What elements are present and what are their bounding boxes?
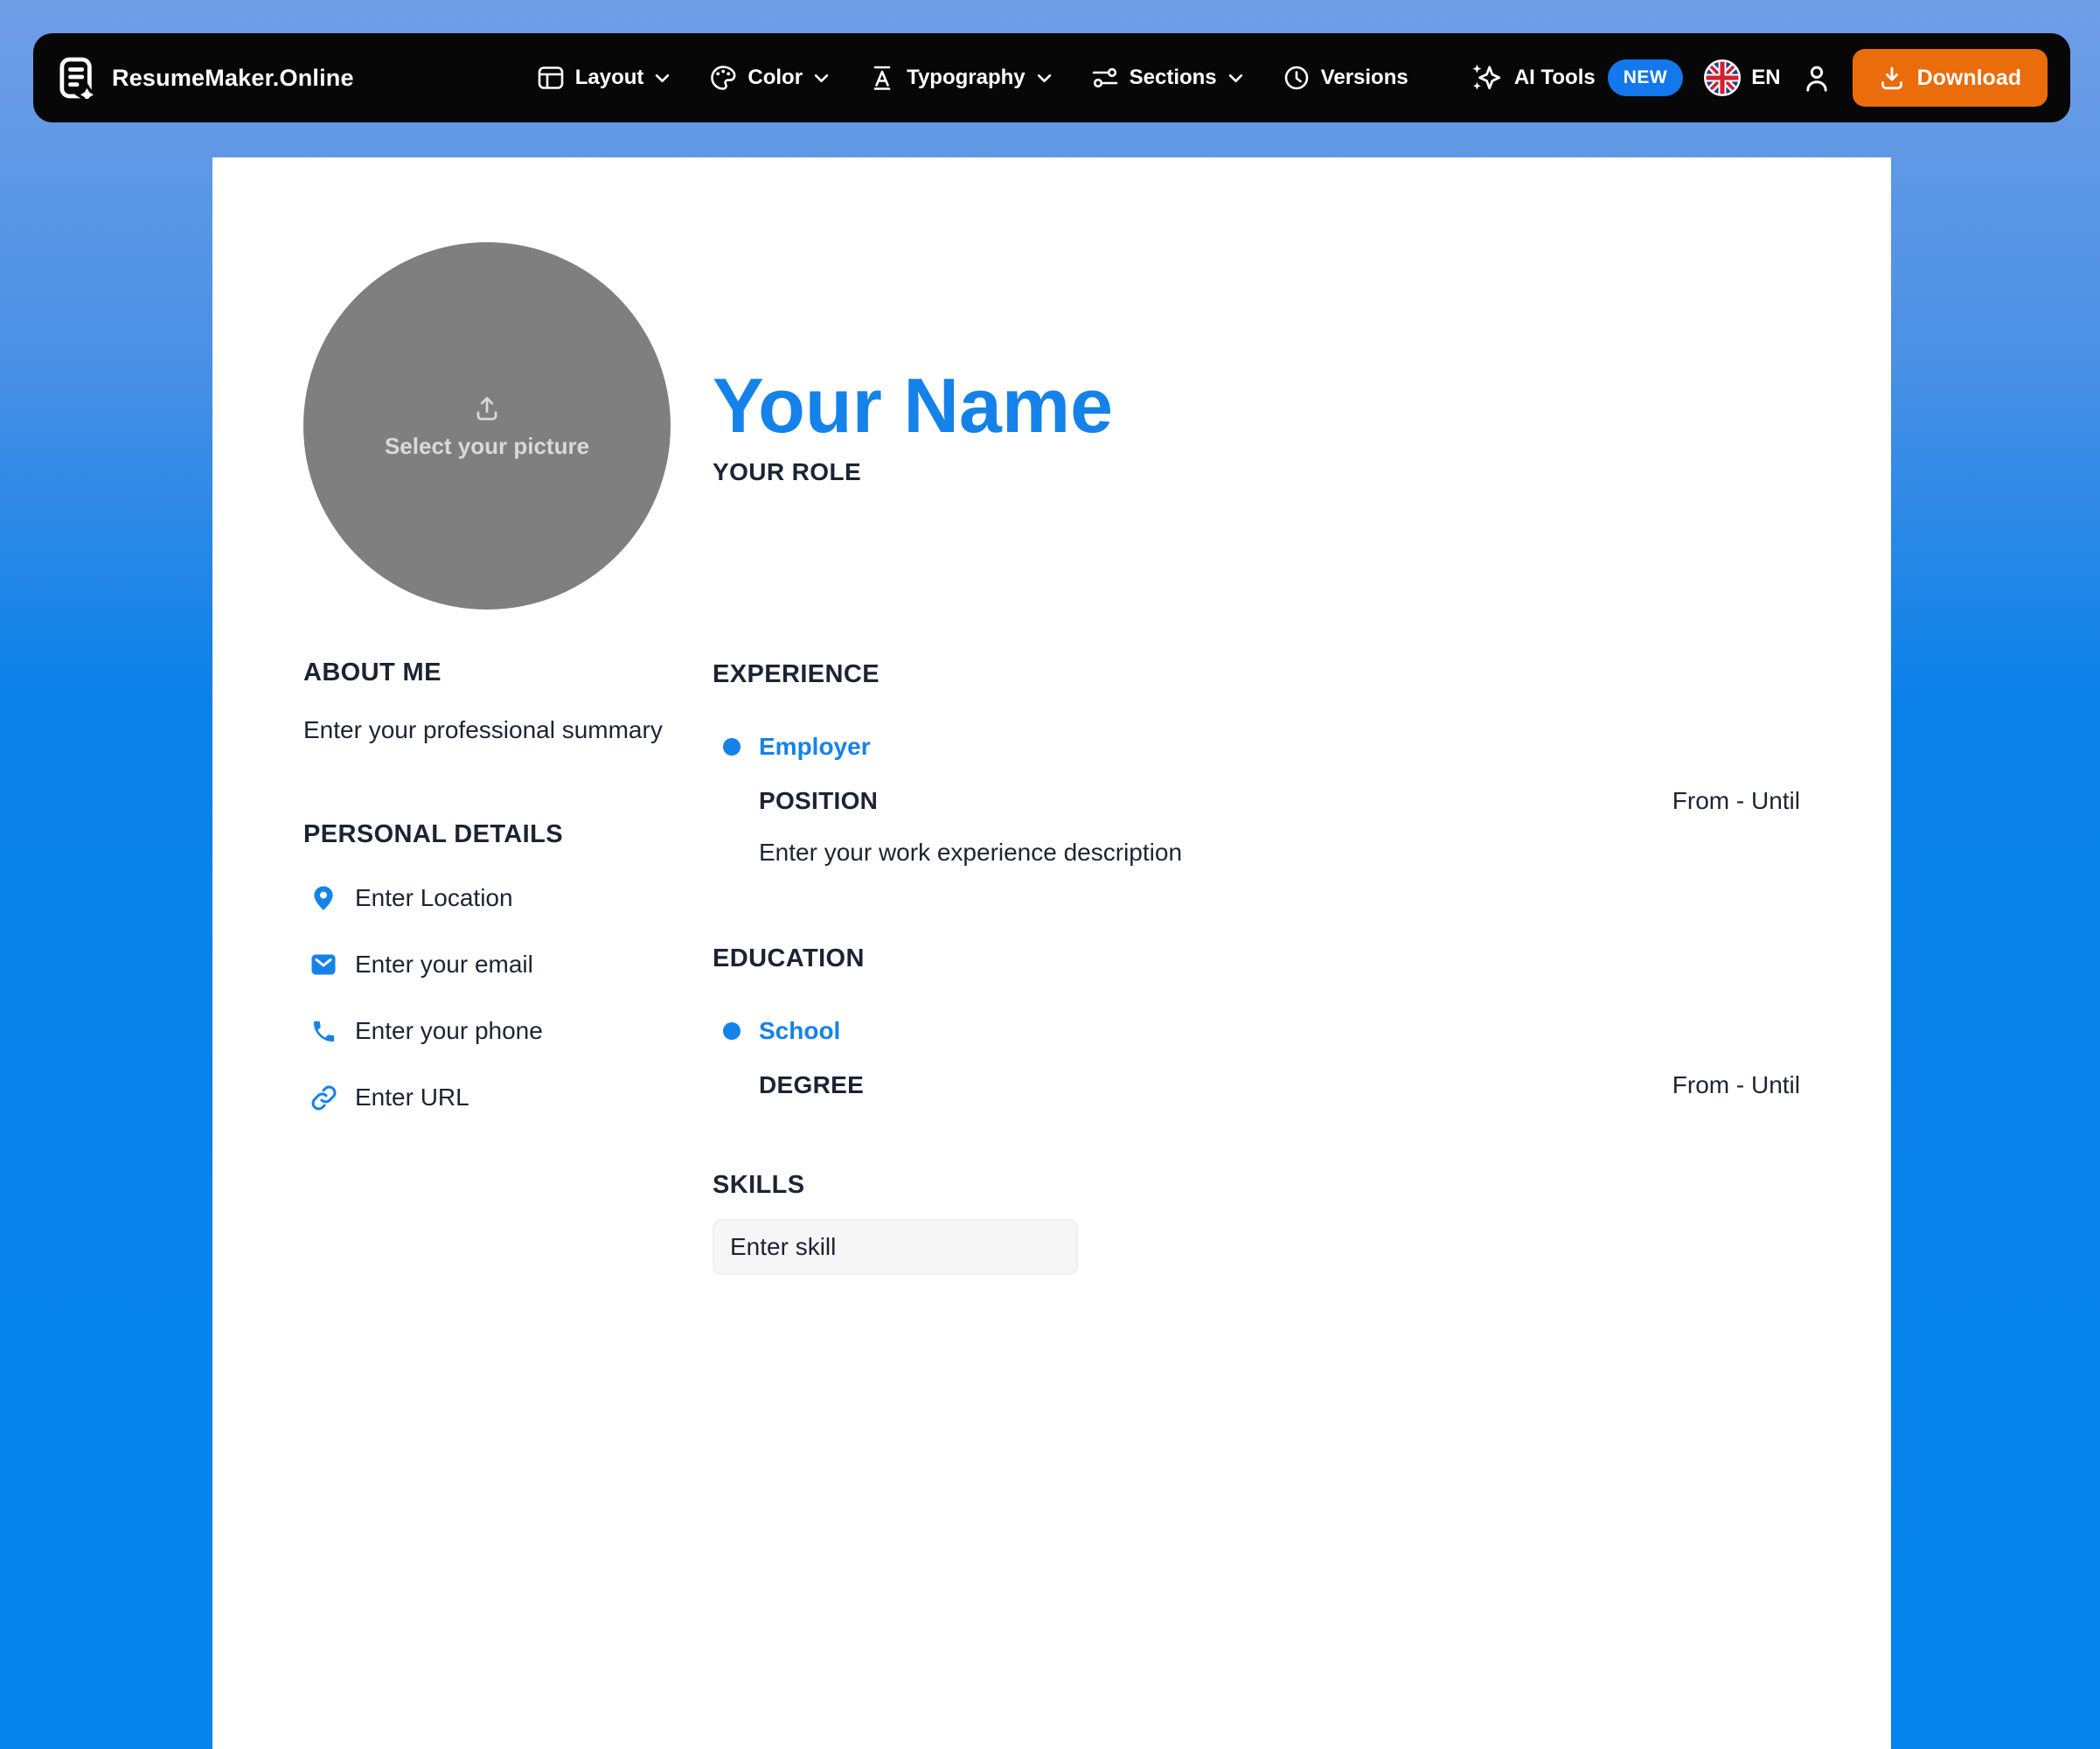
experience-heading: EXPERIENCE bbox=[713, 660, 1800, 689]
phone-field[interactable]: Enter your phone bbox=[303, 1014, 674, 1049]
education-heading: EDUCATION bbox=[713, 944, 1800, 973]
chevron-down-icon bbox=[1037, 73, 1052, 83]
new-badge: NEW bbox=[1608, 59, 1684, 96]
name-field[interactable]: Your Name bbox=[713, 367, 1800, 444]
employer-field[interactable]: Employer bbox=[759, 733, 871, 760]
nav-item-label: Layout bbox=[575, 66, 644, 90]
brand-name: ResumeMaker.Online bbox=[112, 65, 354, 92]
sliders-icon bbox=[1092, 65, 1118, 91]
entry-bullet-dot bbox=[723, 1022, 741, 1040]
location-field[interactable]: Enter Location bbox=[303, 881, 674, 916]
experience-entry: Employer POSITION From - Until Enter you… bbox=[713, 731, 1800, 868]
resume-right-column: Your Name YOUR ROLE EXPERIENCE Employer … bbox=[713, 157, 1800, 1275]
school-row: School bbox=[759, 1015, 1800, 1047]
position-field[interactable]: POSITION bbox=[759, 787, 878, 815]
personal-details-heading: PERSONAL DETAILS bbox=[303, 820, 674, 849]
resume-logo-icon bbox=[59, 57, 96, 99]
chevron-down-icon bbox=[1228, 73, 1243, 83]
email-field[interactable]: Enter your email bbox=[303, 947, 674, 982]
clock-icon bbox=[1283, 65, 1310, 91]
brand-logo[interactable]: ResumeMaker.Online bbox=[59, 57, 354, 99]
nav-item-layout[interactable]: Layout bbox=[538, 65, 671, 91]
navbar-right-group: AI Tools NEW bbox=[1471, 49, 2048, 107]
school-field[interactable]: School bbox=[759, 1017, 840, 1044]
education-dates-field[interactable]: From - Until bbox=[1672, 1071, 1800, 1099]
typography-icon bbox=[869, 65, 895, 91]
skills-heading: SKILLS bbox=[713, 1171, 1800, 1200]
url-field[interactable]: Enter URL bbox=[303, 1080, 674, 1115]
education-entry: School DEGREE From - Until bbox=[713, 1015, 1800, 1099]
nav-item-label: Sections bbox=[1130, 66, 1217, 90]
phone-icon bbox=[309, 1016, 338, 1046]
palette-icon bbox=[710, 65, 736, 91]
link-icon bbox=[309, 1083, 338, 1112]
location-placeholder: Enter Location bbox=[355, 884, 513, 912]
resume-canvas: Select your picture ABOUT ME Enter your … bbox=[212, 157, 1891, 1749]
download-button[interactable]: Download bbox=[1853, 49, 2048, 107]
nav-item-label: Typography bbox=[907, 66, 1026, 90]
user-icon bbox=[1802, 63, 1832, 93]
nav-item-color[interactable]: Color bbox=[710, 65, 829, 91]
phone-placeholder: Enter your phone bbox=[355, 1017, 543, 1045]
experience-description-field[interactable]: Enter your work experience description bbox=[759, 838, 1800, 868]
layout-icon bbox=[538, 65, 564, 91]
chevron-down-icon bbox=[655, 73, 670, 83]
nav-item-sections[interactable]: Sections bbox=[1092, 65, 1243, 91]
skill-input[interactable] bbox=[713, 1219, 1078, 1275]
photo-placeholder-label: Select your picture bbox=[385, 433, 589, 460]
employer-row: Employer bbox=[759, 731, 1800, 763]
url-placeholder: Enter URL bbox=[355, 1084, 469, 1111]
location-pin-icon bbox=[309, 883, 338, 913]
account-button[interactable] bbox=[1802, 63, 1832, 93]
nav-item-label: Versions bbox=[1321, 66, 1408, 90]
entry-bullet-dot bbox=[723, 738, 741, 756]
language-selector[interactable]: EN bbox=[1704, 59, 1780, 96]
nav-item-typography[interactable]: Typography bbox=[869, 65, 1052, 91]
experience-dates-field[interactable]: From - Until bbox=[1672, 787, 1800, 815]
position-row: POSITION From - Until bbox=[759, 787, 1800, 815]
sparkles-icon bbox=[1471, 62, 1502, 94]
degree-field[interactable]: DEGREE bbox=[759, 1071, 864, 1099]
resume-left-column: Select your picture ABOUT ME Enter your … bbox=[303, 157, 674, 1275]
upload-icon bbox=[471, 393, 503, 424]
chevron-down-icon bbox=[814, 73, 829, 83]
email-icon bbox=[309, 950, 338, 979]
ai-tools-label: AI Tools bbox=[1514, 66, 1596, 90]
photo-upload-circle[interactable]: Select your picture bbox=[303, 242, 671, 610]
download-label: Download bbox=[1917, 66, 2021, 91]
role-field[interactable]: YOUR ROLE bbox=[713, 458, 1800, 486]
ai-tools-button[interactable]: AI Tools NEW bbox=[1471, 59, 1683, 96]
about-me-heading: ABOUT ME bbox=[303, 658, 674, 687]
nav-menu: Layout Color Typography bbox=[538, 65, 1408, 91]
language-code: EN bbox=[1751, 66, 1780, 90]
degree-row: DEGREE From - Until bbox=[759, 1071, 1800, 1099]
email-placeholder: Enter your email bbox=[355, 951, 533, 979]
summary-placeholder[interactable]: Enter your professional summary bbox=[303, 710, 674, 750]
uk-flag-icon bbox=[1704, 59, 1741, 96]
top-navbar: ResumeMaker.Online Layout Color bbox=[33, 33, 2070, 122]
download-icon bbox=[1879, 65, 1905, 91]
nav-item-versions[interactable]: Versions bbox=[1283, 65, 1408, 91]
nav-item-label: Color bbox=[748, 66, 803, 90]
